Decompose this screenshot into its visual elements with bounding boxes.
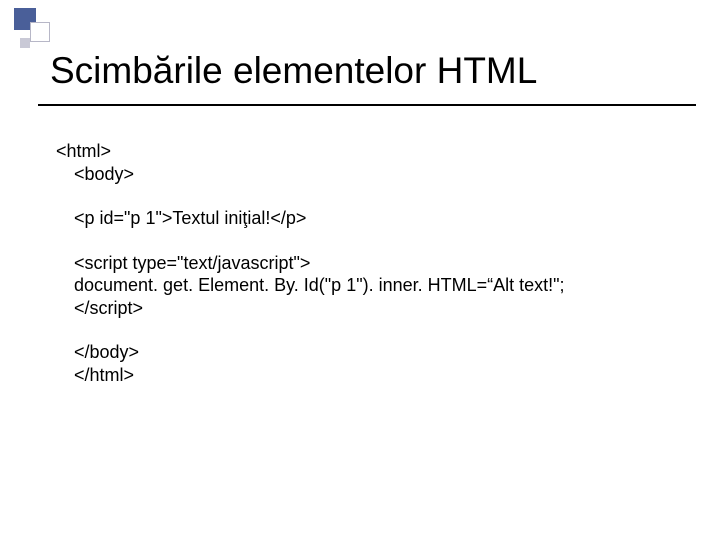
code-line: </body>	[56, 341, 680, 364]
code-line: </script>	[56, 297, 680, 320]
code-block-close: </body> </html>	[56, 341, 680, 386]
slide-title: Scimbările elementelor HTML	[50, 50, 537, 92]
decor-square-outline	[30, 22, 50, 42]
code-block-script: <script type="text/javascript"> document…	[56, 252, 680, 320]
title-rule	[38, 104, 696, 106]
code-line: <html>	[56, 140, 680, 163]
code-line: <p id="p 1">Textul iniţial!</p>	[56, 207, 680, 230]
decor-square-gray	[20, 38, 30, 48]
code-block-open: <html> <body>	[56, 140, 680, 185]
code-line: <script type="text/javascript">	[56, 252, 680, 275]
code-line: document. get. Element. By. Id("p 1"). i…	[56, 274, 680, 297]
code-line: <body>	[56, 163, 680, 186]
code-block-paragraph: <p id="p 1">Textul iniţial!</p>	[56, 207, 680, 230]
slide-body: <html> <body> <p id="p 1">Textul iniţial…	[56, 140, 680, 408]
code-line: </html>	[56, 364, 680, 387]
slide: Scimbările elementelor HTML <html> <body…	[0, 0, 720, 540]
